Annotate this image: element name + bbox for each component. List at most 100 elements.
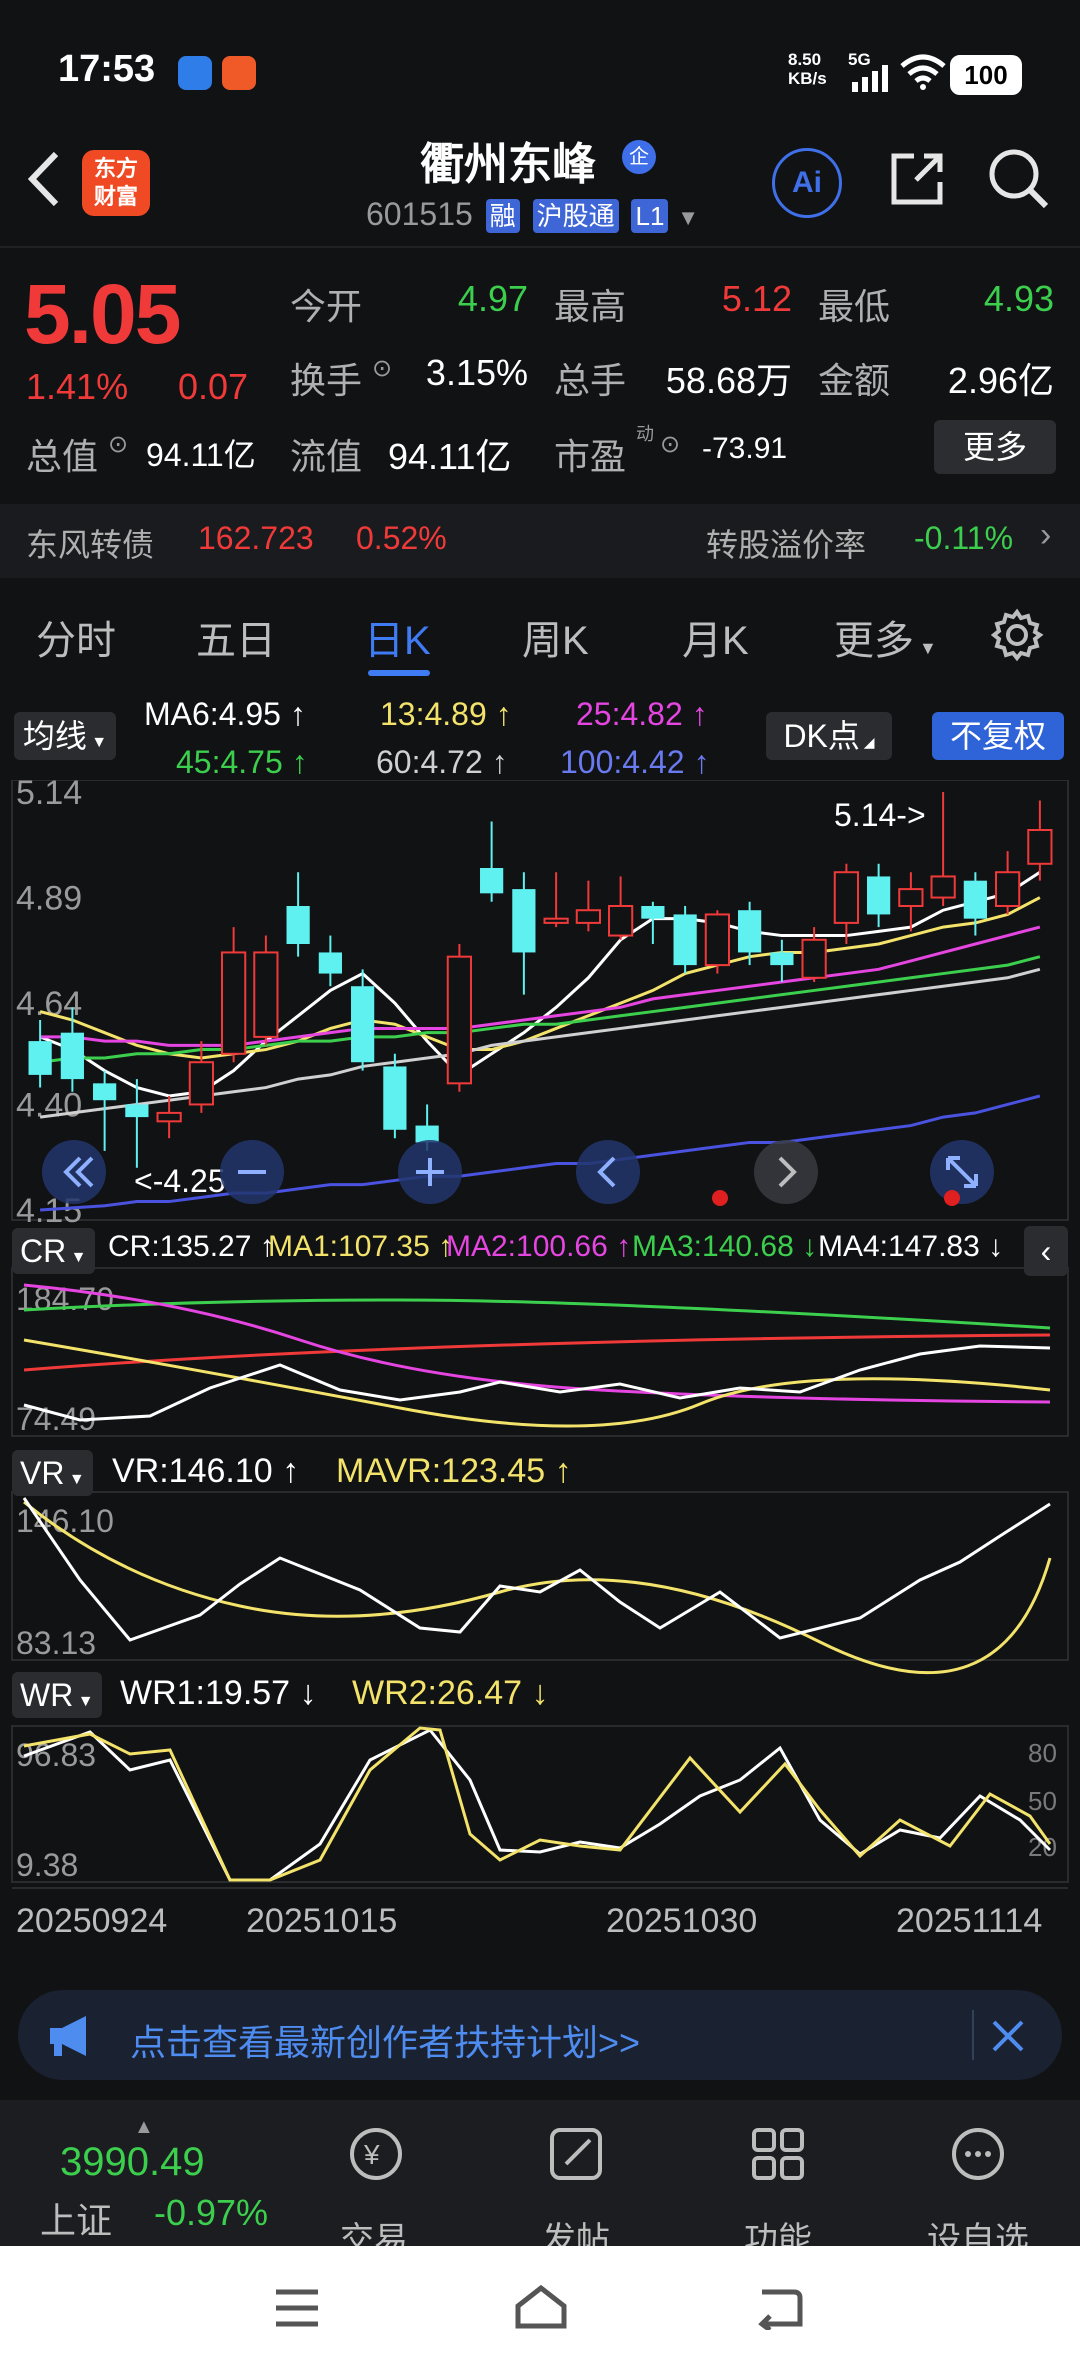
zoom-in-button[interactable] (398, 1140, 462, 1204)
vr-line (22, 1497, 1051, 1642)
tab-more[interactable]: 更多 ▼ (834, 608, 937, 666)
net-speed-value: 8.50 (788, 50, 822, 69)
corner-arrow-icon: ◢ (859, 734, 875, 750)
back-nav-icon[interactable] (756, 2284, 806, 2330)
dk-point-button[interactable]: DK点 ◢ (766, 712, 892, 760)
cr-ma4-label: MA4:147.83 (818, 1230, 980, 1263)
stock-code-line[interactable]: 601515 融 沪股通 L1 ▼ (366, 196, 699, 233)
pe-superscript: 动 (636, 424, 654, 444)
net-speed: 8.50 KB/s (788, 50, 827, 88)
convertible-bond-row[interactable]: 东风转债 162.723 0.52% 转股溢价率 -0.11% › (0, 504, 1080, 578)
bond-price: 162.723 (198, 520, 314, 556)
banner-divider (972, 2010, 974, 2060)
info-icon[interactable]: ⊙ (372, 354, 392, 383)
signal-icon (852, 65, 888, 92)
more-dots-icon[interactable] (948, 2124, 1008, 2184)
rewind-button[interactable] (42, 1140, 106, 1204)
settings-gear-icon[interactable] (990, 608, 1044, 662)
vr-selector-label: VR (20, 1455, 65, 1491)
close-icon[interactable] (990, 2018, 1026, 2054)
ma100-label: 100:4.42 (560, 744, 685, 780)
tag-level: L1 (631, 199, 669, 233)
zoom-out-button[interactable] (220, 1140, 284, 1204)
candle-body (480, 868, 504, 894)
apps-grid-icon[interactable] (748, 2124, 808, 2184)
ma100-value: 100:4.42 ↑ (560, 744, 710, 780)
candle-body (286, 906, 310, 944)
candle (221, 927, 247, 1063)
megaphone-icon (50, 2016, 86, 2056)
ma-selector[interactable]: 均线 ▼ (14, 712, 116, 760)
candle-body (963, 880, 987, 919)
trade-icon[interactable]: ¥ (346, 2124, 406, 2184)
x-tick-label: 20250924 (16, 1902, 167, 1940)
x-tick-label: 20251030 (606, 1902, 757, 1940)
more-button[interactable]: 更多 (934, 420, 1056, 474)
chart-canvas[interactable]: 5.144.894.644.404.15 5.14-> <-4.25 184.7… (0, 780, 1080, 1970)
ma25-label: 25:4.82 (576, 696, 683, 732)
cr-ma3-label: MA3:140.68 (632, 1230, 794, 1263)
vr-label: VR:146.10 (112, 1452, 273, 1490)
tag-connect: 沪股通 (532, 199, 619, 233)
tab-daily-k[interactable]: 日K (364, 608, 431, 666)
message-notification-icon (222, 56, 256, 90)
event-marker[interactable] (712, 1190, 728, 1206)
candle-body (898, 888, 924, 908)
y-tick-label: 5.14 (16, 780, 82, 812)
tab-intraday[interactable]: 分时 (36, 608, 116, 666)
float-label: 流值 (290, 436, 363, 477)
candle (543, 872, 569, 928)
info-icon[interactable]: ⊙ (108, 430, 128, 459)
low-label: 最低 (818, 286, 891, 327)
next-button[interactable] (754, 1140, 818, 1204)
wr-selector-label: WR (20, 1677, 74, 1713)
back-button[interactable] (24, 146, 64, 227)
candle (673, 906, 697, 974)
wr1-label: WR1:19.57 (120, 1674, 291, 1712)
ma6-label: MA6:4.95 (144, 696, 281, 732)
banner-text[interactable]: 点击查看最新创作者扶持计划>> (130, 2014, 640, 2066)
index-value[interactable]: 3990.49 (60, 2140, 205, 2185)
candle (963, 872, 987, 936)
active-tab-indicator (368, 670, 430, 676)
compose-icon[interactable] (546, 2124, 606, 2184)
candle (286, 872, 310, 957)
wifi-icon (900, 54, 946, 90)
fullscreen-button[interactable] (930, 1140, 994, 1204)
event-marker[interactable] (944, 1190, 960, 1206)
prev-button[interactable] (576, 1140, 640, 1204)
vr-selector[interactable]: VR ▼ (12, 1450, 93, 1496)
tab-monthly-k[interactable]: 月K (682, 608, 749, 666)
share-icon[interactable] (886, 148, 948, 210)
ai-assistant-button[interactable]: Ai (772, 148, 842, 218)
wr-selector[interactable]: WR ▼ (12, 1672, 102, 1718)
dropdown-arrow-icon: ▼ (914, 638, 937, 658)
search-icon[interactable] (986, 146, 1052, 212)
pe-value: -73.91 (702, 432, 788, 465)
wr-ref-80: 80 (1028, 1738, 1057, 1768)
index-name[interactable]: 上证 (40, 2192, 112, 2244)
cr-selector[interactable]: CR ▼ (12, 1228, 95, 1274)
app-logo[interactable]: 东方 财富 (82, 150, 150, 216)
collapse-panel-button[interactable]: ‹ (1024, 1226, 1068, 1276)
vr-value: VR:146.10 ↑ (112, 1452, 300, 1490)
tab-weekly-k[interactable]: 周K (522, 608, 589, 666)
candle (575, 880, 601, 932)
kline-panel-frame (11, 780, 1069, 1221)
adjust-button[interactable]: 不复权 (932, 712, 1064, 760)
float-value: 94.11亿 (388, 436, 512, 477)
index-pct[interactable]: -0.97% (154, 2192, 268, 2234)
cr-label: CR:135.27 (108, 1230, 252, 1263)
home-icon[interactable] (512, 2282, 570, 2332)
ma-lines (39, 870, 1041, 1212)
ma-line-13 (39, 896, 1041, 1060)
change-percent: 1.41% (26, 366, 129, 407)
candle-body (93, 1083, 117, 1101)
tab-five-day[interactable]: 五日 (196, 608, 276, 666)
cr-value: CR:135.27 ↑ (108, 1230, 275, 1263)
candle-body (673, 914, 697, 966)
x-axis: 20250924 20251015 20251030 20251114 (12, 1887, 1068, 1940)
ma-line-25 (40, 925, 1041, 1047)
menu-icon[interactable] (272, 2286, 322, 2330)
info-icon[interactable]: ⊙ (660, 430, 680, 459)
